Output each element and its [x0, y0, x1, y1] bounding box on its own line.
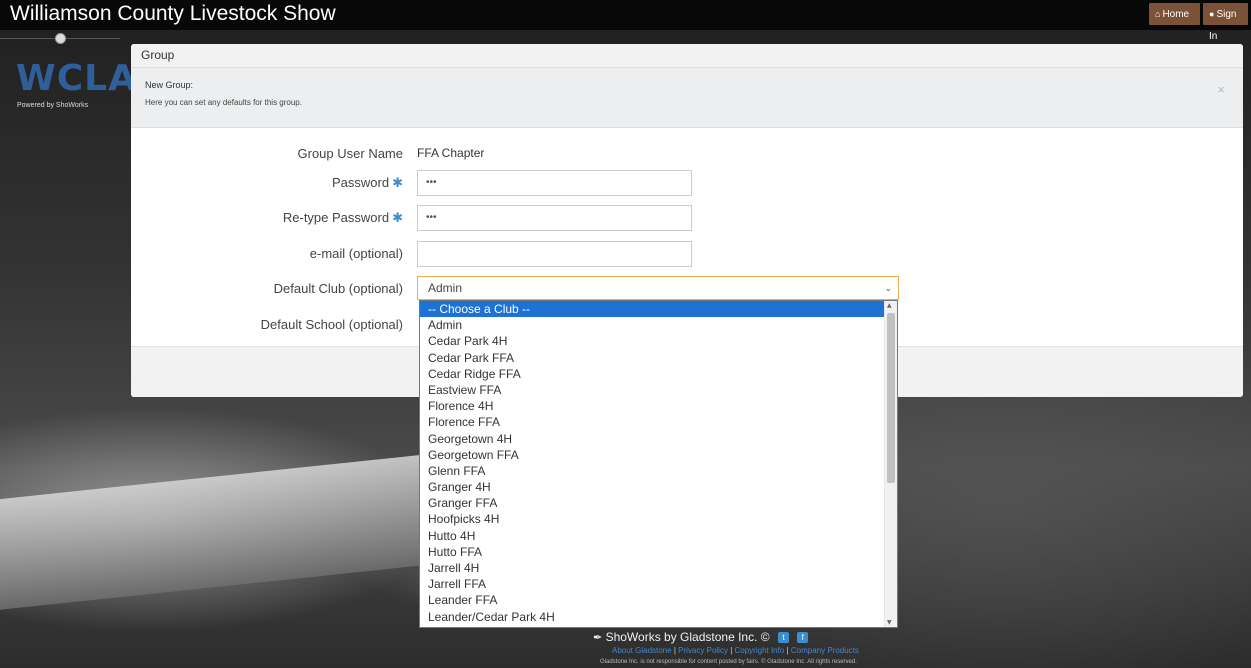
club-option[interactable]: Granger 4H: [420, 479, 885, 495]
site-title[interactable]: Williamson County Livestock Show: [10, 2, 336, 26]
twitter-icon[interactable]: t: [777, 632, 789, 644]
facebook-icon[interactable]: f: [797, 632, 809, 644]
sign-in-button[interactable]: ● Sign In: [1203, 3, 1248, 42]
feather-icon: ✒: [593, 632, 603, 644]
footer-brand-text: ShoWorks by Gladstone Inc. ©: [605, 630, 770, 644]
club-option[interactable]: -- Choose a Club --: [420, 301, 885, 318]
notice-box: New Group: Here you can set any defaults…: [131, 68, 1243, 128]
club-option[interactable]: Hutto FFA: [420, 544, 885, 560]
club-option[interactable]: Cedar Park FFA: [420, 350, 885, 366]
chevron-down-icon: ⌄: [884, 283, 892, 293]
club-options: -- Choose a Club -- Admin Cedar Park 4H Ced…: [420, 301, 885, 625]
club-dropdown-list[interactable]: -- Choose a Club -- Admin Cedar Park 4H Ced…: [419, 300, 898, 628]
collapse-toggle[interactable]: [55, 33, 66, 44]
club-option[interactable]: Jarrell FFA: [420, 576, 885, 592]
retype-password-field[interactable]: •••: [417, 205, 692, 231]
footer-link-about[interactable]: About Gladstone: [612, 646, 672, 655]
logo[interactable]: WCLA: [16, 60, 137, 98]
logo-area: WCLA Powered by ShoWorks: [0, 30, 136, 125]
notice-title: New Group:: [145, 80, 194, 90]
close-icon[interactable]: ×: [1217, 82, 1225, 97]
scrollbar[interactable]: ▲ ▼: [884, 301, 897, 627]
panel-header: Group: [131, 44, 1243, 68]
club-option[interactable]: Cedar Ridge FFA: [420, 366, 885, 382]
club-option[interactable]: Hoofpicks 4H: [420, 511, 885, 527]
home-label: Home: [1162, 9, 1190, 20]
top-navbar: Williamson County Livestock Show ⌂ Home ●…: [0, 0, 1251, 42]
club-option[interactable]: Florence FFA: [420, 414, 885, 430]
retype-password-row: Re-type Password ✱ •••: [131, 205, 1243, 231]
footer-link-products[interactable]: Company Products: [791, 646, 859, 655]
club-option[interactable]: Leander/Cedar Park 4H: [420, 609, 885, 625]
default-club-label: Default Club (optional): [273, 281, 403, 296]
email-label: e-mail (optional): [309, 246, 403, 261]
scrollbar-thumb[interactable]: [887, 313, 895, 483]
home-icon: ⌂: [1155, 9, 1161, 19]
user-icon: ●: [1209, 9, 1215, 19]
club-option[interactable]: Glenn FFA: [420, 463, 885, 479]
password-label-text: Password: [332, 175, 390, 190]
footer-link-copyright[interactable]: Copyright Info: [735, 646, 785, 655]
footer-links: About Gladstone | Privacy Policy | Copyr…: [612, 646, 859, 655]
club-option[interactable]: Hutto 4H: [420, 528, 885, 544]
club-option[interactable]: Georgetown 4H: [420, 431, 885, 447]
club-option[interactable]: Admin: [420, 317, 885, 333]
club-option[interactable]: Eastview FFA: [420, 382, 885, 398]
footer-link-privacy[interactable]: Privacy Policy: [678, 646, 728, 655]
default-club-row: Default Club (optional) Admin ⌄: [131, 276, 1243, 302]
club-option[interactable]: Florence 4H: [420, 398, 885, 414]
club-option[interactable]: Jarrell 4H: [420, 560, 885, 576]
email-field[interactable]: [417, 241, 692, 267]
scroll-down-icon[interactable]: ▼: [887, 619, 892, 626]
page-footer: ✒ ShoWorks by Gladstone Inc. © t f About…: [0, 628, 1251, 668]
password-label: Password ✱: [332, 175, 403, 191]
default-club-value: Admin: [428, 281, 463, 295]
group-user-name-row: Group User Name FFA Chapter: [131, 141, 1243, 167]
password-field[interactable]: •••: [417, 170, 692, 196]
home-button[interactable]: ⌂ Home: [1149, 3, 1200, 25]
default-club-select[interactable]: Admin ⌄: [417, 276, 899, 300]
required-icon: ✱: [392, 175, 403, 190]
retype-password-label-text: Re-type Password: [282, 210, 390, 225]
footer-brand: ✒ ShoWorks by Gladstone Inc. © t f: [593, 630, 809, 644]
group-user-name-label: Group User Name: [297, 146, 403, 161]
default-school-label: Default School (optional): [260, 317, 403, 332]
notice-body: Here you can set any defaults for this g…: [145, 98, 302, 107]
club-option[interactable]: Georgetown FFA: [420, 447, 885, 463]
club-option[interactable]: Cedar Park 4H: [420, 333, 885, 349]
required-icon: ✱: [392, 210, 403, 225]
logo-subtitle: Powered by ShoWorks: [17, 102, 89, 109]
email-row: e-mail (optional): [131, 241, 1243, 267]
footer-note: Gladstone Inc. is not responsible for co…: [600, 659, 857, 665]
retype-password-label: Re-type Password ✱: [283, 210, 403, 226]
group-user-name-value: FFA Chapter: [417, 146, 485, 160]
password-row: Password ✱ •••: [131, 170, 1243, 196]
club-option[interactable]: Granger FFA: [420, 495, 885, 511]
club-option[interactable]: Leander FFA: [420, 592, 885, 608]
scroll-up-icon[interactable]: ▲: [887, 302, 892, 309]
